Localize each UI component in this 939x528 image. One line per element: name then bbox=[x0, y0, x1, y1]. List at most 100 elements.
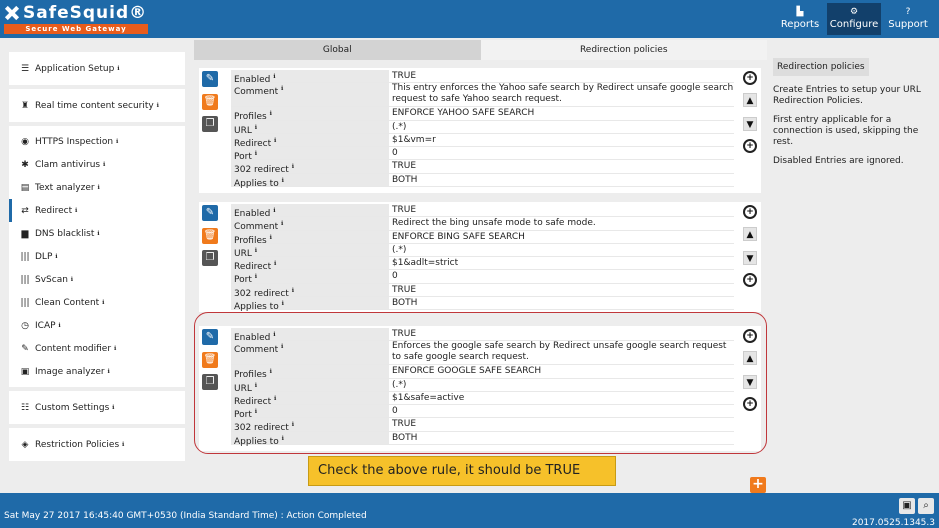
info-icon[interactable]: ℹ bbox=[255, 247, 257, 254]
info-icon[interactable]: ℹ bbox=[75, 207, 77, 214]
plus-icon: + bbox=[746, 207, 754, 217]
field-row-redirect[interactable]: Redirect ℹ $1&adlt=strict bbox=[231, 257, 734, 272]
field-row-enabled[interactable]: Enabled ℹ TRUE bbox=[231, 70, 734, 85]
info-icon[interactable]: ℹ bbox=[157, 102, 159, 109]
copy-entry-button[interactable]: ❐ bbox=[202, 116, 218, 132]
info-icon[interactable]: ℹ bbox=[112, 404, 114, 411]
sidebar-item-redirect[interactable]: ⇄ Redirect ℹ bbox=[9, 199, 185, 222]
add-entry-button[interactable]: + bbox=[750, 477, 766, 493]
info-icon[interactable]: ℹ bbox=[55, 253, 57, 260]
copy-entry-button[interactable]: ❐ bbox=[202, 250, 218, 266]
sidebar-item-dlp[interactable]: ||| DLP ℹ bbox=[9, 245, 185, 268]
sidebar-item-content-modifier[interactable]: ✎ Content modifier ℹ bbox=[9, 337, 185, 360]
info-icon[interactable]: ℹ bbox=[103, 161, 105, 168]
info-icon[interactable]: ℹ bbox=[116, 138, 118, 145]
nav-configure[interactable]: ⚙ Configure bbox=[827, 3, 881, 35]
insert-entry-button[interactable]: + bbox=[743, 205, 757, 219]
search-button[interactable]: ⌕ bbox=[918, 498, 934, 514]
sidebar-item-real-time-content-security[interactable]: ♜ Real time content security ℹ bbox=[9, 89, 185, 122]
info-icon[interactable]: ℹ bbox=[281, 220, 283, 227]
field-row-302-redirect[interactable]: 302 redirect ℹ TRUE bbox=[231, 160, 734, 175]
edit-entry-button[interactable]: ✎ bbox=[202, 205, 218, 221]
sidebar-item-label: DLP bbox=[35, 251, 53, 262]
info-icon[interactable]: ℹ bbox=[255, 273, 257, 280]
sidebar-item-label: Restriction Policies bbox=[35, 439, 120, 450]
info-icon[interactable]: ℹ bbox=[282, 300, 284, 307]
version-label: 2017.0525.1345.3 bbox=[851, 518, 935, 528]
info-icon[interactable]: ℹ bbox=[270, 110, 272, 117]
info-icon[interactable]: ℹ bbox=[59, 322, 61, 329]
sidebar-item-label: Content modifier bbox=[35, 343, 112, 354]
sidebar-item-dns-blacklist[interactable]: ▆ DNS blacklist ℹ bbox=[9, 222, 185, 245]
info-icon[interactable]: ℹ bbox=[273, 73, 275, 80]
info-icon[interactable]: ℹ bbox=[108, 368, 110, 375]
tab-global[interactable]: Global bbox=[194, 40, 481, 60]
field-row-comment[interactable]: Comment ℹ This entry enforces the Yahoo sa… bbox=[231, 83, 734, 108]
entry-fields: Enabled ℹ TRUE Comment ℹ This entry enforces… bbox=[231, 70, 734, 189]
info-icon[interactable]: ℹ bbox=[292, 287, 294, 294]
field-label-text: Comment bbox=[234, 87, 279, 98]
edit-entry-button[interactable]: ✎ bbox=[202, 71, 218, 87]
field-row-enabled[interactable]: Enabled ℹ TRUE bbox=[231, 204, 734, 219]
info-icon[interactable]: ℹ bbox=[274, 260, 276, 267]
sidebar-item-icap[interactable]: ◷ ICAP ℹ bbox=[9, 314, 185, 337]
eye-icon: ◉ bbox=[21, 136, 29, 147]
info-icon[interactable]: ℹ bbox=[102, 299, 104, 306]
delete-entry-button[interactable]: 🗑 bbox=[202, 94, 218, 110]
sidebar-item-https-inspection[interactable]: ◉ HTTPS Inspection ℹ bbox=[9, 130, 185, 153]
info-icon[interactable]: ℹ bbox=[97, 230, 99, 237]
edit-icon: ✎ bbox=[205, 73, 215, 84]
field-row-port[interactable]: Port ℹ 0 bbox=[231, 147, 734, 162]
info-icon[interactable]: ℹ bbox=[274, 137, 276, 144]
info-icon[interactable]: ℹ bbox=[122, 441, 124, 448]
info-icon[interactable]: ℹ bbox=[281, 85, 283, 92]
add-below-button[interactable]: + bbox=[743, 273, 757, 287]
info-icon[interactable]: ℹ bbox=[270, 234, 272, 241]
save-button[interactable]: ▣ bbox=[899, 498, 915, 514]
delete-entry-button[interactable]: 🗑 bbox=[202, 228, 218, 244]
sidebar-item-label: Real time content security bbox=[35, 100, 154, 111]
field-row-port[interactable]: Port ℹ 0 bbox=[231, 270, 734, 285]
info-icon[interactable]: ℹ bbox=[255, 150, 257, 157]
info-icon[interactable]: ℹ bbox=[98, 184, 100, 191]
move-down-button[interactable]: ▼ bbox=[743, 117, 757, 131]
info-icon[interactable]: ℹ bbox=[273, 207, 275, 214]
info-icon[interactable]: ℹ bbox=[282, 177, 284, 184]
sidebar-item-clam-antivirus[interactable]: ✱ Clam antivirus ℹ bbox=[9, 153, 185, 176]
safesquid-logo[interactable]: SafeSquid® Secure Web Gateway bbox=[4, 3, 148, 34]
nav-support[interactable]: ? Support bbox=[881, 3, 935, 35]
field-row-profiles[interactable]: Profiles ℹ ENFORCE YAHOO SAFE SEARCH bbox=[231, 107, 734, 122]
sidebar-item-restriction-policies[interactable]: ◈ Restriction Policies ℹ bbox=[9, 428, 185, 461]
info-icon[interactable]: ℹ bbox=[117, 65, 119, 72]
insert-entry-button[interactable]: + bbox=[743, 71, 757, 85]
field-row-applies-to[interactable]: Applies to ℹ BOTH bbox=[231, 297, 734, 312]
sidebar-item-text-analyzer[interactable]: ▤ Text analyzer ℹ bbox=[9, 176, 185, 199]
entries-panel: ✎ 🗑 ❐ Enabled ℹ TRUE Comment ℹ This entry en… bbox=[194, 60, 767, 493]
field-row-applies-to[interactable]: Applies to ℹ BOTH bbox=[231, 173, 734, 189]
sidebar-item-application-setup[interactable]: ☰ Application Setup ℹ bbox=[9, 52, 185, 85]
field-row-profiles[interactable]: Profiles ℹ ENFORCE BING SAFE SEARCH bbox=[231, 230, 734, 246]
sidebar-item-image-analyzer[interactable]: ▣ Image analyzer ℹ bbox=[9, 360, 185, 383]
info-icon[interactable]: ℹ bbox=[255, 124, 257, 131]
info-icon[interactable]: ℹ bbox=[71, 276, 73, 283]
sidebar-item-clean-content[interactable]: ||| Clean Content ℹ bbox=[9, 291, 185, 314]
move-up-button[interactable]: ▲ bbox=[743, 93, 757, 107]
field-row-url[interactable]: URL ℹ (.*) bbox=[231, 243, 734, 259]
nav-reports[interactable]: ▙ Reports bbox=[773, 3, 827, 35]
move-down-button[interactable]: ▼ bbox=[743, 251, 757, 265]
field-row-url[interactable]: URL ℹ (.*) bbox=[231, 120, 734, 136]
sidebar-item-svscan[interactable]: ||| SvScan ℹ bbox=[9, 268, 185, 291]
move-up-button[interactable]: ▲ bbox=[743, 227, 757, 241]
field-row-302-redirect[interactable]: 302 redirect ℹ TRUE bbox=[231, 283, 734, 299]
add-below-button[interactable]: + bbox=[743, 139, 757, 153]
field-row-redirect[interactable]: Redirect ℹ $1&vm=r bbox=[231, 133, 734, 149]
logo-mark-icon bbox=[4, 5, 20, 21]
info-icon[interactable]: ℹ bbox=[114, 345, 116, 352]
tab-redirection-policies[interactable]: Redirection policies bbox=[480, 40, 767, 60]
field-label: Enabled ℹ bbox=[231, 70, 389, 85]
field-row-comment[interactable]: Comment ℹ Redirect the bing unsafe mode to… bbox=[231, 217, 734, 232]
info-icon[interactable]: ℹ bbox=[292, 163, 294, 170]
policy-entry: ✎ 🗑 ❐ Enabled ℹ TRUE Comment ℹ This entry en… bbox=[199, 68, 761, 193]
field-value: $1&adlt=strict bbox=[392, 258, 459, 269]
sidebar-item-custom-settings[interactable]: ☷ Custom Settings ℹ bbox=[9, 391, 185, 424]
